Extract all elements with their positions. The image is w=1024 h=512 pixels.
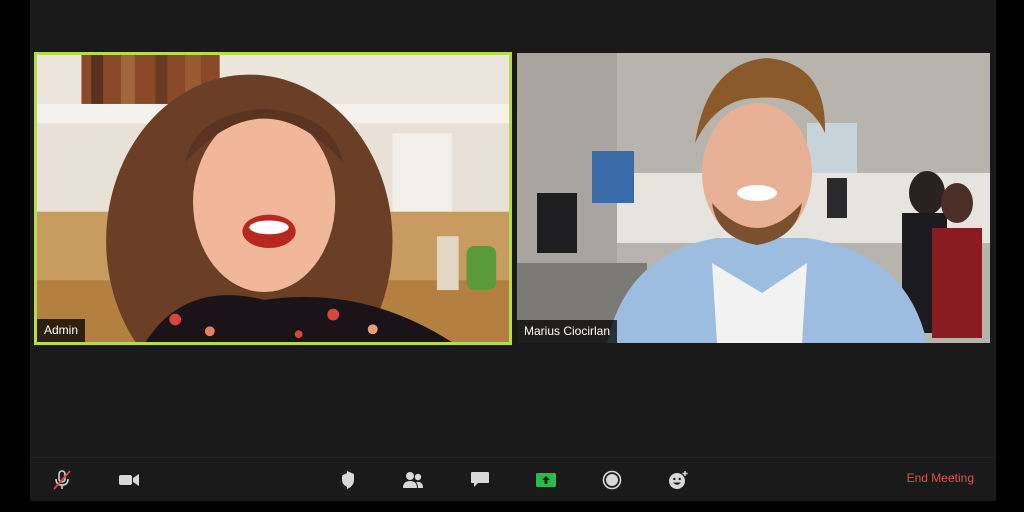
video-camera-icon (119, 473, 139, 486)
end-meeting-button[interactable]: End Meeting (907, 471, 974, 485)
microphone-muted-icon (53, 469, 71, 490)
shield-icon (340, 470, 354, 489)
meeting-window: Admin Marius Ciocirlan End Meeting (30, 0, 996, 501)
participant-name-label: Marius Ciocirlan (517, 320, 618, 343)
meeting-toolbar: End Meeting (30, 457, 996, 501)
security-button[interactable] (325, 458, 369, 501)
video-feed-marius (517, 53, 990, 343)
reactions-button[interactable] (656, 458, 700, 501)
share-screen-button[interactable] (524, 458, 568, 501)
video-tile-marius[interactable]: Marius Ciocirlan (517, 53, 990, 343)
record-button[interactable] (590, 458, 634, 501)
chat-button[interactable] (458, 458, 502, 501)
video-button[interactable] (107, 458, 151, 501)
record-icon (602, 470, 622, 489)
participants-icon (403, 471, 423, 488)
share-screen-icon (536, 472, 556, 487)
video-tile-admin[interactable]: Admin (34, 52, 512, 345)
mute-button[interactable] (40, 458, 84, 501)
participant-name-label: Admin (37, 319, 86, 342)
participants-button[interactable] (391, 458, 435, 501)
chat-bubble-icon (471, 471, 489, 487)
reaction-smiley-icon (669, 470, 688, 489)
video-feed-admin (37, 55, 509, 342)
